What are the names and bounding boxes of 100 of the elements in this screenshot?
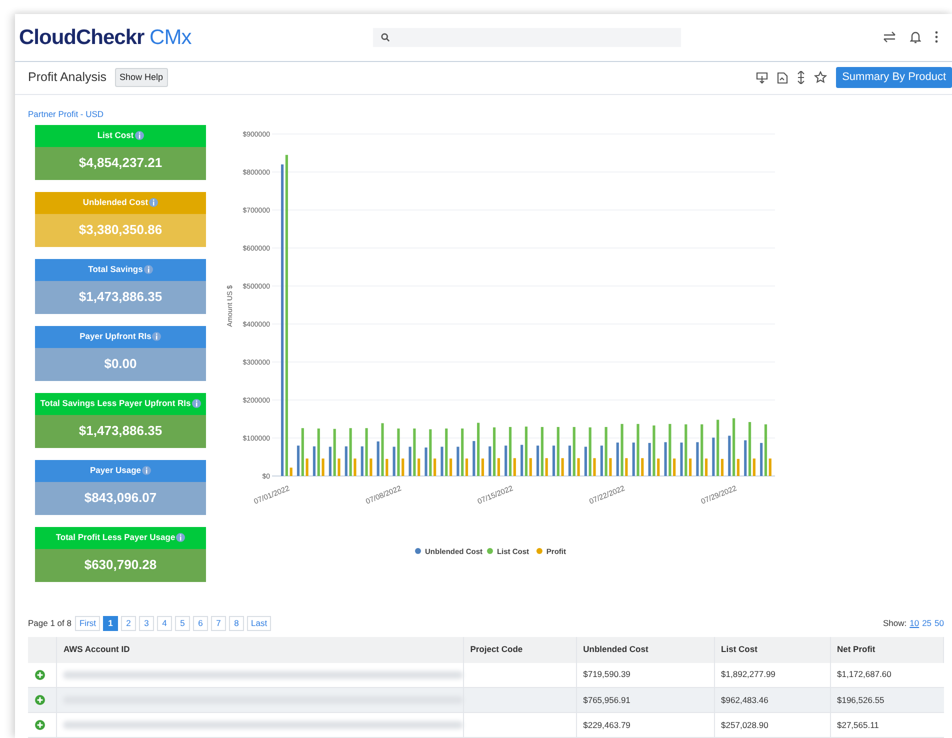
bar (625, 458, 628, 476)
bar (434, 458, 436, 476)
bar (652, 425, 656, 476)
kpi-label: Payer Usage (90, 464, 142, 478)
page-button[interactable]: 1 (103, 616, 118, 632)
search-field[interactable] (373, 28, 682, 47)
bar (429, 428, 432, 476)
bar (349, 428, 352, 476)
swap-arrows-icon[interactable] (883, 31, 896, 44)
document-icon[interactable] (777, 72, 788, 84)
page-button[interactable]: Last (247, 616, 272, 632)
info-icon[interactable] (152, 332, 162, 342)
download-icon[interactable] (756, 72, 768, 84)
page-button[interactable]: 3 (139, 616, 154, 632)
bar (620, 424, 624, 476)
page-button[interactable]: 7 (211, 616, 226, 632)
bar (328, 446, 332, 476)
bar (545, 458, 548, 476)
column-header: List Cost (721, 644, 758, 654)
logo: CloudCheckr CMx (19, 24, 192, 51)
page-button[interactable]: First (75, 616, 100, 632)
bar (588, 427, 592, 476)
bar (584, 446, 587, 476)
table-cell: $719,590.39 (576, 662, 715, 688)
bar (680, 442, 683, 476)
bar (600, 445, 603, 476)
page-button[interactable]: 8 (229, 616, 244, 632)
bar (424, 447, 428, 476)
notification-icon[interactable] (910, 30, 921, 44)
table-cell: $27,565.11 (830, 712, 944, 738)
info-icon[interactable] (144, 265, 153, 274)
bar (472, 440, 476, 476)
page-size-link[interactable]: 50 (934, 617, 944, 630)
star-icon[interactable] (814, 71, 828, 84)
kpi-value: $843,096.07 (84, 489, 157, 508)
bar (616, 442, 619, 476)
kpi-label: Total Savings Less Payer Upfront RIs (40, 397, 191, 410)
info-icon[interactable] (149, 198, 158, 208)
bar (386, 458, 388, 476)
bar (338, 458, 340, 476)
bar (712, 437, 715, 476)
info-icon[interactable] (176, 533, 186, 542)
bar (684, 424, 688, 476)
bar (333, 428, 336, 476)
page-button[interactable]: 5 (175, 616, 190, 632)
expand-row-icon[interactable] (35, 695, 45, 705)
bar (413, 428, 416, 476)
kpi-value: $630,790.28 (84, 556, 157, 574)
bar (696, 442, 699, 476)
table-cell: $229,463.79 (576, 712, 715, 738)
expand-row-icon[interactable] (35, 720, 45, 730)
info-icon[interactable] (134, 131, 144, 140)
table-cell: $257,028.90 (714, 712, 830, 738)
page-button[interactable]: 2 (121, 616, 136, 632)
bar (440, 446, 444, 476)
page-summary: Page 1 of 8 (28, 617, 72, 630)
bar (561, 458, 564, 476)
table-cell: $1,172,687.60 (830, 662, 944, 688)
bar (408, 446, 412, 476)
bar (360, 446, 364, 476)
search-icon (381, 32, 390, 42)
kpi-label: Total Savings (88, 263, 143, 276)
column-header: AWS Account ID (63, 644, 130, 654)
bar (381, 422, 384, 476)
bar (641, 458, 644, 476)
bar (402, 458, 404, 476)
bar (673, 458, 676, 476)
expand-row-icon[interactable] (35, 670, 45, 680)
bar (636, 424, 640, 476)
bar (376, 441, 380, 476)
page-size-link[interactable]: 25 (922, 617, 932, 630)
bar (456, 446, 460, 476)
bar (728, 435, 731, 476)
info-icon[interactable] (192, 399, 201, 408)
bar (648, 442, 651, 476)
bar (609, 458, 612, 476)
bar (370, 458, 372, 476)
more-options-icon[interactable] (935, 31, 938, 44)
bar (632, 442, 635, 476)
kpi-value: $1,473,886.35 (78, 288, 162, 306)
info-icon[interactable] (142, 466, 152, 476)
summary-by-product-button[interactable]: Summary By Product (836, 67, 952, 88)
bar (593, 458, 596, 476)
bar (664, 442, 667, 476)
show-help-button[interactable]: Show Help (114, 68, 168, 88)
kpi-value: $4,854,237.21 (78, 154, 162, 172)
page-button[interactable]: 6 (193, 616, 208, 632)
kpi-label: Payer Upfront RIs (80, 330, 152, 344)
expand-vertical-icon[interactable] (797, 71, 806, 84)
bar (306, 458, 308, 476)
kpi-value: $0.00 (104, 355, 137, 374)
page-size-link[interactable]: 10 (910, 617, 920, 630)
report-link[interactable]: Partner Profit - USD (28, 108, 104, 119)
bar (392, 446, 396, 476)
page-button[interactable]: 4 (157, 616, 172, 632)
bar (689, 458, 692, 476)
kpi-label: Total Profit Less Payer Usage (56, 531, 176, 544)
page-size-label: Show: (882, 617, 907, 630)
page-title: Profit Analysis (28, 69, 107, 86)
bar (344, 446, 348, 476)
